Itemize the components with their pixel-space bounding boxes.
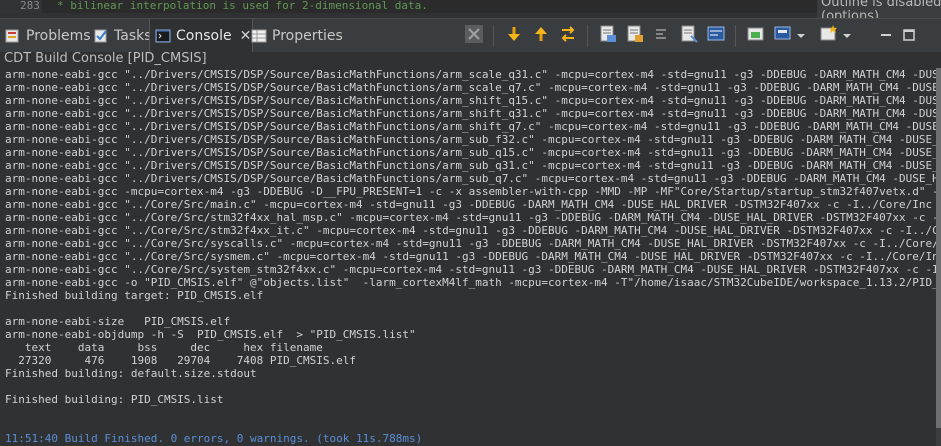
vertical-scrollbar[interactable] (936, 68, 941, 446)
clear-console-button[interactable] (597, 25, 619, 47)
console-line: arm-none-eabi-gcc "../Drivers/CMSIS/DSP/… (5, 133, 936, 146)
swap-button[interactable] (557, 25, 579, 47)
terminate-icon (464, 24, 484, 48)
scroll-up-icon (532, 25, 550, 47)
tab-console-label: Console (176, 28, 232, 44)
console-line: arm-none-eabi-size PID_CMSIS.elf (5, 315, 231, 328)
console-line: Finished building: PID_CMSIS.list (5, 393, 224, 406)
tab-tasks[interactable]: Tasks (93, 19, 152, 52)
editor-line-number: 283 (20, 0, 40, 12)
tab-tasks-label: Tasks (114, 27, 152, 44)
terminate-button[interactable] (463, 25, 485, 47)
tab-properties[interactable]: Properties (251, 19, 343, 52)
console-line: Finished building: default.size.stdout (5, 367, 257, 380)
console-line: arm-none-eabi-gcc "../Drivers/CMSIS/DSP/… (5, 159, 936, 172)
console-line: arm-none-eabi-gcc "../Core/Src/stm32f4xx… (5, 211, 936, 224)
console-title: CDT Build Console [PID_CMSIS] (4, 51, 207, 66)
console-line: text data bss dec hex filename (5, 341, 323, 354)
editor-code-fragment: * bilinear interpolation is used for 2-d… (57, 0, 428, 12)
console-title-bar: CDT Build Console [PID_CMSIS] (0, 51, 941, 68)
console-line: Finished building target: PID_CMSIS.elf (5, 289, 264, 302)
display-selected-console-icon (706, 24, 726, 48)
console-lines: arm-none-eabi-gcc "../Drivers/CMSIS/DSP/… (0, 68, 936, 445)
console-line: arm-none-eabi-gcc "../Core/Src/sysmem.c"… (5, 250, 936, 263)
editor-strip: 283 * bilinear interpolation is used for… (0, 0, 941, 13)
open-console-icon (746, 24, 766, 48)
scroll-lock-button[interactable] (624, 25, 646, 47)
word-wrap-icon (652, 24, 672, 48)
console-icon (155, 28, 171, 44)
close-icon[interactable]: ✕ (240, 28, 252, 44)
chevron-down-icon (841, 27, 853, 46)
scroll-down-icon (505, 25, 523, 47)
open-console-menu-button[interactable] (818, 25, 840, 47)
pin-console-button[interactable] (678, 25, 700, 47)
maximize-button[interactable] (898, 25, 920, 47)
console-line: arm-none-eabi-gcc "../Core/Src/syscalls.… (5, 237, 936, 250)
console-line: arm-none-eabi-gcc "../Core/Src/main.c" -… (5, 198, 936, 211)
new-console-dropdown[interactable] (794, 25, 808, 47)
outline-panel: Outline is disabled (options) (817, 0, 941, 18)
minimize-icon (879, 27, 893, 46)
open-console-dropdown[interactable] (840, 25, 854, 47)
new-console-icon (773, 24, 793, 48)
problems-icon (5, 28, 21, 44)
scroll-lock-icon (625, 24, 645, 48)
console-line: arm-none-eabi-gcc -o "PID_CMSIS.elf" @"o… (5, 276, 936, 289)
outline-options-link[interactable]: (options) (821, 9, 879, 18)
console-line: arm-none-eabi-gcc "../Drivers/CMSIS/DSP/… (5, 146, 936, 159)
scroll-down-button[interactable] (503, 25, 525, 47)
console-line: arm-none-eabi-gcc "../Core/Src/stm32f4xx… (5, 224, 936, 237)
console-line: arm-none-eabi-gcc "../Drivers/CMSIS/DSP/… (5, 172, 936, 185)
tasks-icon (93, 28, 109, 44)
tab-properties-label: Properties (272, 27, 343, 44)
console-line: arm-none-eabi-gcc "../Drivers/CMSIS/DSP/… (5, 107, 936, 120)
minimize-button[interactable] (875, 25, 897, 47)
open-console-button[interactable] (745, 25, 767, 47)
swap-icon (558, 24, 578, 48)
tab-problems-label: Problems (26, 27, 91, 44)
console-line: arm-none-eabi-gcc "../Drivers/CMSIS/DSP/… (5, 68, 936, 81)
build-status-line: 11:51:40 Build Finished. 0 errors, 0 war… (5, 432, 423, 445)
console-line: arm-none-eabi-gcc -mcpu=cortex-m4 -g3 -D… (5, 185, 936, 198)
tab-problems[interactable]: Problems (5, 19, 91, 52)
console-line: arm-none-eabi-gcc "../Drivers/CMSIS/DSP/… (5, 94, 936, 107)
console-line: 27320 476 1908 29704 7408 PID_CMSIS.elf (5, 354, 356, 367)
console-line: arm-none-eabi-gcc "../Drivers/CMSIS/DSP/… (5, 120, 936, 133)
scrollbar-thumb[interactable] (936, 68, 941, 428)
pin-icon (679, 24, 699, 48)
console-line: arm-none-eabi-objdump -h -S PID_CMSIS.el… (5, 328, 416, 341)
chevron-down-icon (795, 27, 807, 46)
word-wrap-button[interactable] (651, 25, 673, 47)
display-selected-console-button[interactable] (705, 25, 727, 47)
scroll-up-button[interactable] (530, 25, 552, 47)
console-line: arm-none-eabi-gcc "../Drivers/CMSIS/DSP/… (5, 81, 936, 94)
view-tab-bar: Problems Tasks Console ✕ Properties (0, 18, 941, 53)
properties-icon (251, 28, 267, 44)
console-output[interactable]: arm-none-eabi-gcc "../Drivers/CMSIS/DSP/… (0, 68, 936, 446)
tab-console[interactable]: Console ✕ (149, 19, 253, 53)
console-line: arm-none-eabi-gcc "../Core/Src/system_st… (5, 263, 936, 276)
maximize-icon (902, 27, 916, 46)
clear-console-icon (598, 24, 618, 48)
new-console-button[interactable] (772, 25, 794, 47)
new-window-icon (819, 24, 839, 48)
